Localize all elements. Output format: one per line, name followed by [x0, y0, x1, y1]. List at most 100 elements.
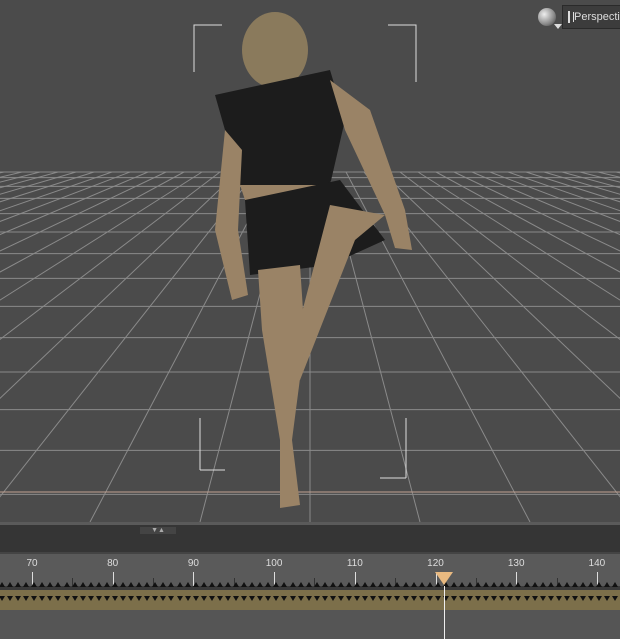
- keyframe-marker[interactable]: [321, 582, 328, 587]
- keyframe-marker[interactable]: [120, 582, 127, 587]
- keyframe-marker[interactable]: [499, 582, 506, 587]
- keyframe-marker[interactable]: [475, 582, 482, 587]
- keyframe-marker[interactable]: [200, 582, 207, 587]
- keyframe-marker[interactable]: [160, 596, 167, 601]
- keyframe-marker[interactable]: [491, 582, 498, 587]
- keyframe-marker[interactable]: [337, 596, 344, 601]
- keyframe-marker[interactable]: [458, 582, 465, 587]
- keyframe-marker[interactable]: [313, 596, 320, 601]
- keyframe-marker[interactable]: [604, 596, 611, 601]
- keyframe-marker[interactable]: [475, 596, 482, 601]
- keyframe-marker[interactable]: [95, 582, 102, 587]
- keyframe-track[interactable]: [0, 582, 620, 610]
- keyframe-marker[interactable]: [418, 596, 425, 601]
- keyframe-marker[interactable]: [120, 596, 127, 601]
- keyframe-marker[interactable]: [281, 596, 288, 601]
- keyframe-marker[interactable]: [596, 596, 603, 601]
- keyframe-marker[interactable]: [305, 596, 312, 601]
- keyframe-marker[interactable]: [515, 596, 522, 601]
- keyframe-marker[interactable]: [499, 596, 506, 601]
- keyframe-marker[interactable]: [192, 582, 199, 587]
- keyframe-marker[interactable]: [168, 582, 175, 587]
- keyframe-marker[interactable]: [458, 596, 465, 601]
- keyframe-marker[interactable]: [55, 596, 62, 601]
- keyframe-marker[interactable]: [426, 596, 433, 601]
- keyframe-marker[interactable]: [483, 582, 490, 587]
- keyframe-marker[interactable]: [55, 582, 62, 587]
- keyframe-marker[interactable]: [305, 582, 312, 587]
- keyframe-marker[interactable]: [273, 582, 280, 587]
- keyframe-marker[interactable]: [7, 582, 14, 587]
- keyframe-marker[interactable]: [410, 582, 417, 587]
- keyframe-marker[interactable]: [128, 582, 135, 587]
- keyframe-marker[interactable]: [273, 596, 280, 601]
- keyframe-marker[interactable]: [297, 582, 304, 587]
- keyframe-marker[interactable]: [224, 596, 231, 601]
- keyframe-marker[interactable]: [128, 596, 135, 601]
- keyframe-marker[interactable]: [224, 582, 231, 587]
- keyframe-marker[interactable]: [370, 582, 377, 587]
- keyframe-marker[interactable]: [47, 582, 54, 587]
- keyframe-marker[interactable]: [394, 596, 401, 601]
- keyframe-marker[interactable]: [39, 596, 46, 601]
- keyframe-marker[interactable]: [23, 596, 30, 601]
- sphere-render-icon[interactable]: [538, 8, 562, 29]
- keyframe-marker[interactable]: [0, 596, 5, 601]
- keyframe-marker[interactable]: [571, 596, 578, 601]
- keyframe-marker[interactable]: [547, 596, 554, 601]
- keyframe-marker[interactable]: [265, 596, 272, 601]
- keyframe-marker[interactable]: [249, 596, 256, 601]
- keyframe-marker[interactable]: [192, 596, 199, 601]
- keyframe-marker[interactable]: [160, 582, 167, 587]
- keyframe-marker[interactable]: [370, 596, 377, 601]
- keyframe-marker[interactable]: [467, 582, 474, 587]
- keyframe-marker[interactable]: [144, 582, 151, 587]
- keyframe-marker[interactable]: [176, 596, 183, 601]
- camera-select-button[interactable]: Perspective: [562, 5, 620, 29]
- keyframe-marker[interactable]: [418, 582, 425, 587]
- keyframe-marker[interactable]: [604, 582, 611, 587]
- keyframe-marker[interactable]: [47, 596, 54, 601]
- keyframe-marker[interactable]: [580, 596, 587, 601]
- keyframe-marker[interactable]: [31, 582, 38, 587]
- keyframe-marker[interactable]: [354, 582, 361, 587]
- 3d-viewport[interactable]: Perspective: [0, 0, 620, 522]
- keyframe-marker[interactable]: [515, 582, 522, 587]
- keyframe-marker[interactable]: [281, 582, 288, 587]
- keyframe-marker[interactable]: [111, 582, 118, 587]
- keyframe-marker[interactable]: [15, 596, 22, 601]
- keyframe-marker[interactable]: [386, 596, 393, 601]
- keyframe-marker[interactable]: [289, 596, 296, 601]
- keyframe-marker[interactable]: [152, 582, 159, 587]
- keyframe-marker[interactable]: [531, 582, 538, 587]
- keyframe-marker[interactable]: [491, 596, 498, 601]
- keyframe-marker[interactable]: [507, 582, 514, 587]
- keyframe-marker[interactable]: [176, 582, 183, 587]
- keyframe-marker[interactable]: [63, 582, 70, 587]
- keyframe-marker[interactable]: [71, 596, 78, 601]
- keyframe-marker[interactable]: [216, 596, 223, 601]
- keyframe-marker[interactable]: [241, 596, 248, 601]
- keyframe-marker[interactable]: [257, 582, 264, 587]
- keyframe-marker[interactable]: [555, 582, 562, 587]
- keyframe-marker[interactable]: [87, 582, 94, 587]
- keyframe-marker[interactable]: [426, 582, 433, 587]
- keyframe-marker[interactable]: [531, 596, 538, 601]
- keyframe-marker[interactable]: [539, 596, 546, 601]
- keyframe-marker[interactable]: [136, 596, 143, 601]
- keyframe-marker[interactable]: [103, 582, 110, 587]
- keyframe-marker[interactable]: [87, 596, 94, 601]
- keyframe-marker[interactable]: [362, 582, 369, 587]
- keyframe-marker[interactable]: [257, 596, 264, 601]
- keyframe-marker[interactable]: [63, 596, 70, 601]
- keyframe-marker[interactable]: [394, 582, 401, 587]
- keyframe-marker[interactable]: [103, 596, 110, 601]
- keyframe-marker[interactable]: [321, 596, 328, 601]
- keyframe-marker[interactable]: [402, 582, 409, 587]
- keyframe-marker[interactable]: [596, 582, 603, 587]
- keyframe-marker[interactable]: [241, 582, 248, 587]
- keyframe-marker[interactable]: [168, 596, 175, 601]
- keyframe-marker[interactable]: [507, 596, 514, 601]
- keyframe-marker[interactable]: [588, 596, 595, 601]
- keyframe-marker[interactable]: [588, 582, 595, 587]
